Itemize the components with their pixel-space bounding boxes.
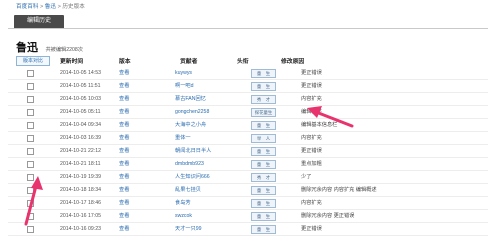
arrow-right-icon — [307, 106, 354, 128]
arrow-left-icon — [24, 176, 43, 226]
annotation-arrows — [24, 106, 354, 226]
